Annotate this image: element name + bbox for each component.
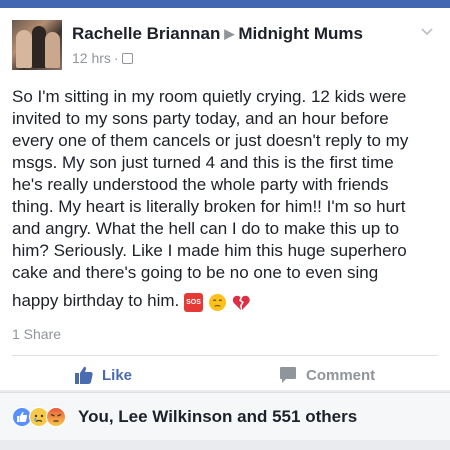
post-text-line: and angry. What the hell can I do to mak… [12, 219, 400, 238]
post-meta: 12 hrs · [72, 50, 133, 66]
post-header: Rachelle Briannan ▶ Midnight Mums 12 hrs · [12, 20, 438, 70]
post-text-line: So I'm sitting in my room quietly crying… [12, 87, 407, 106]
avatar[interactable] [12, 20, 62, 70]
bottom-separator [0, 443, 450, 450]
thumbs-up-icon [75, 366, 93, 384]
like-label: Like [102, 366, 133, 384]
emoji-group: SOS [184, 291, 251, 313]
comment-button[interactable]: Comment [278, 362, 375, 388]
group-name[interactable]: Midnight Mums [238, 24, 363, 43]
chevron-down-icon[interactable] [420, 24, 434, 38]
post-text-line: him? Seriously. Like I made him this hug… [12, 241, 407, 260]
post-text-last-line: happy birthday to him. SOS [12, 290, 438, 313]
separator-dot: · [113, 50, 119, 66]
post-text: So I'm sitting in my room quietly crying… [12, 86, 438, 313]
author-name[interactable]: Rachelle Briannan [72, 24, 220, 43]
post-author-line: Rachelle Briannan ▶ Midnight Mums [72, 24, 363, 44]
sad-face-icon [208, 293, 226, 311]
top-bar [0, 0, 450, 8]
audience-icon[interactable] [121, 53, 133, 64]
reactions-bar[interactable]: You, Lee Wilkinson and 551 others [0, 392, 450, 440]
post-card: Rachelle Briannan ▶ Midnight Mums 12 hrs · … [0, 8, 450, 390]
post-text-line: he's really understood the whole party w… [12, 175, 389, 194]
arrow-right-icon: ▶ [224, 26, 235, 41]
reaction-summary[interactable]: You, Lee Wilkinson and 551 others [78, 407, 357, 427]
post-text-line: thing. My heart is literally broken for … [12, 197, 406, 216]
reaction-icons [12, 407, 66, 427]
divider [12, 355, 438, 356]
action-bar: Like Comment [0, 358, 450, 390]
comment-label: Comment [306, 366, 376, 384]
share-count[interactable]: 1 Share [12, 326, 61, 342]
angry-icon [46, 407, 66, 427]
post-text-line: msgs. My son just turned 4 and this is t… [12, 153, 394, 172]
post-text-line: cake and there's going to be no one to e… [12, 263, 379, 282]
post-timestamp[interactable]: 12 hrs [72, 50, 111, 66]
broken-heart-icon [233, 295, 251, 310]
like-button[interactable]: Like [74, 362, 132, 388]
post-text-line: happy birthday to him. [12, 291, 180, 310]
sos-icon: SOS [184, 292, 203, 312]
post-text-line: every one of them cancels or just doesn'… [12, 131, 409, 150]
post-text-line: invited to my sons party today, and an h… [12, 109, 389, 128]
comment-icon [280, 367, 296, 383]
